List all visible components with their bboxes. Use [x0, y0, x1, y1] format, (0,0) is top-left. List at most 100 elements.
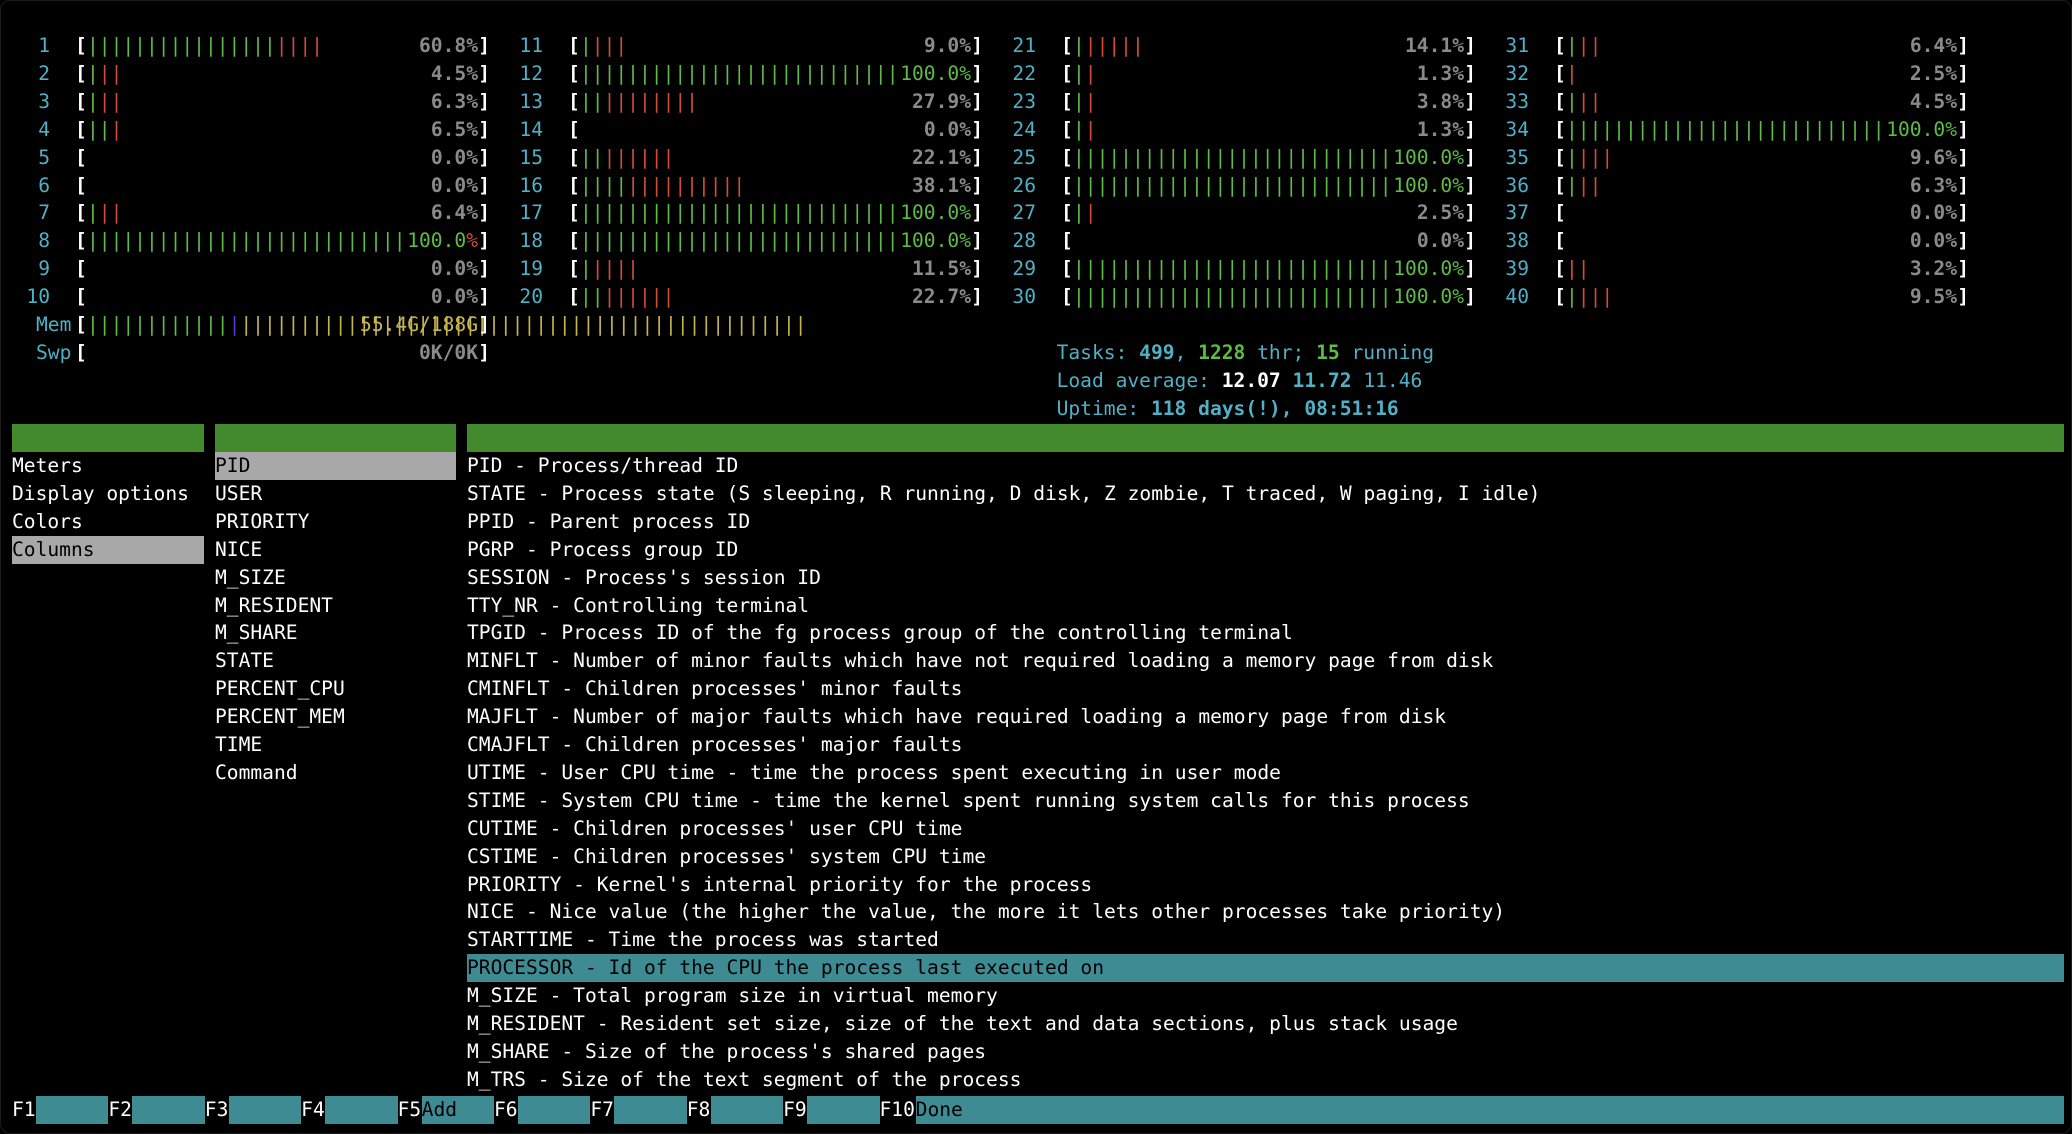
tasks-meter: Tasks: 499, 1228 thr; 15 running — [1033, 311, 1435, 364]
cpu-bar-right-bracket: ] — [478, 117, 490, 141]
cpu-meter: 4[||| 6.5%] — [12, 116, 490, 144]
function-key-f6[interactable]: F6 — [494, 1096, 518, 1124]
function-key-f3[interactable]: F3 — [205, 1096, 229, 1124]
function-key-f1[interactable]: F1 — [12, 1096, 36, 1124]
available-column-item[interactable]: MAJFLT - Number of major faults which ha… — [467, 703, 2064, 731]
memory-label: Mem — [36, 313, 72, 336]
cpu-meter: 11[|||| 9.0%] — [505, 32, 983, 60]
function-key-f2-label[interactable] — [132, 1096, 205, 1124]
active-column-item[interactable]: M_SHARE — [215, 619, 456, 647]
available-column-item[interactable]: NICE - Nice value (the higher the value,… — [467, 898, 2064, 926]
available-column-item[interactable]: PID - Process/thread ID — [467, 452, 2064, 480]
setup-item-display-options[interactable]: Display options — [12, 480, 204, 508]
cpu-user-bars: | — [1566, 34, 1578, 57]
active-column-item[interactable]: PERCENT_MEM — [215, 703, 456, 731]
function-key-f1-label[interactable] — [36, 1096, 109, 1124]
function-key-bar: F1 F2 F3 F4 F5 Add F6 F7 F8 F9 F10 Done — [12, 1096, 2064, 1124]
available-column-item[interactable]: M_SHARE - Size of the process's shared p… — [467, 1038, 2064, 1066]
available-column-item[interactable]: CMAJFLT - Children processes' major faul… — [467, 731, 2064, 759]
function-key-f5[interactable]: F5 — [398, 1096, 422, 1124]
active-column-item[interactable]: STATE — [215, 647, 456, 675]
available-column-item[interactable]: SESSION - Process's session ID — [467, 564, 2064, 592]
cpu-system-bars: |||||||| — [603, 89, 698, 113]
cpu-number: 28 — [1012, 229, 1036, 253]
cpu-number: 30 — [1012, 285, 1036, 309]
function-key-f8-label[interactable] — [710, 1096, 784, 1124]
cpu-system-bars: |||||| — [603, 285, 675, 309]
cpu-system-bars: |||||| — [603, 145, 675, 169]
cpu-meter: 8 [||||||||||||||||||||||||||| 100.0%] — [12, 227, 490, 255]
cpu-number: 24 — [1012, 117, 1036, 141]
active-column-item[interactable]: USER — [215, 480, 456, 508]
cpu-bar-left-bracket: [ — [1061, 117, 1073, 141]
available-column-item[interactable]: UTIME - User CPU time - time the process… — [467, 759, 2064, 787]
available-column-item[interactable]: MINFLT - Number of minor faults which ha… — [467, 647, 2064, 675]
available-column-item[interactable]: CMINFLT - Children processes' minor faul… — [467, 675, 2064, 703]
available-column-item[interactable]: CUTIME - Children processes' user CPU ti… — [467, 815, 2064, 843]
cpu-bar-left-bracket: [ — [75, 257, 87, 281]
cpu-usage-bar: ||||||||||||||||||||||||||| — [580, 60, 899, 88]
function-key-f4[interactable]: F4 — [301, 1096, 325, 1124]
available-column-item[interactable]: TPGID - Process ID of the fg process gro… — [467, 619, 2064, 647]
function-key-f4-label[interactable] — [325, 1096, 398, 1124]
cpu-bar-right-bracket: ] — [1464, 257, 1476, 281]
available-column-item[interactable]: PRIORITY - Kernel's internal priority fo… — [467, 871, 2064, 899]
function-key-f5-label[interactable]: Add — [421, 1096, 494, 1124]
cpu-bar-right-bracket: ] — [1464, 61, 1476, 85]
available-column-item[interactable]: PROCESSOR - Id of the CPU the process la… — [467, 954, 2064, 983]
available-column-item[interactable]: M_RESIDENT - Resident set size, size of … — [467, 1010, 2064, 1038]
setup-item-meters[interactable]: Meters — [12, 452, 204, 480]
cpu-meter: 38[0.0%] — [1491, 227, 1969, 255]
function-key-f10[interactable]: F10 — [880, 1096, 916, 1124]
swap-left-bracket: [ — [75, 341, 87, 364]
function-key-f9[interactable]: F9 — [783, 1096, 807, 1124]
cpu-bar-right-bracket: ] — [1464, 229, 1476, 253]
available-column-item[interactable]: STATE - Process state (S sleeping, R run… — [467, 480, 2064, 508]
cpu-bar-left-bracket: [ — [1554, 61, 1566, 85]
cpu-usage-bar: ||||||||||||||||||||||||||| — [1073, 144, 1392, 172]
active-column-item[interactable]: TIME — [215, 731, 456, 759]
function-key-f7[interactable]: F7 — [590, 1096, 614, 1124]
function-key-f7-label[interactable] — [614, 1096, 687, 1124]
cpu-bar-left-bracket: [ — [1554, 89, 1566, 113]
available-column-item[interactable]: M_SIZE - Total program size in virtual m… — [467, 982, 2064, 1010]
cpu-system-bars: |||||||||| — [627, 173, 746, 197]
available-column-item[interactable]: STARTTIME - Time the process was started — [467, 926, 2064, 954]
active-column-item[interactable]: PERCENT_CPU — [215, 675, 456, 703]
setup-item-colors[interactable]: Colors — [12, 508, 204, 536]
cpu-user-bars: ||||||||||||||||||||||||||| — [580, 229, 899, 253]
available-column-item[interactable]: PGRP - Process group ID — [467, 536, 2064, 564]
cpu-meter: 18[||||||||||||||||||||||||||| 100.0%] — [505, 227, 983, 255]
active-column-item[interactable]: Command — [215, 759, 456, 787]
function-key-f8[interactable]: F8 — [687, 1096, 711, 1124]
available-column-item[interactable]: TTY_NR - Controlling terminal — [467, 592, 2064, 620]
cpu-user-bars: ||||||||||||||||||||||||||| — [1073, 257, 1392, 281]
setup-item-columns[interactable]: Columns — [12, 535, 204, 564]
active-column-item[interactable]: PID — [215, 452, 456, 480]
function-key-f6-label[interactable] — [518, 1096, 591, 1124]
cpu-user-bars: |||| — [580, 173, 628, 197]
available-column-item[interactable]: M_TRS - Size of the text segment of the … — [467, 1066, 2064, 1094]
function-key-f9-label[interactable] — [807, 1096, 880, 1124]
active-column-item[interactable]: M_SIZE — [215, 564, 456, 592]
function-key-f3-label[interactable] — [228, 1096, 302, 1124]
active-column-item[interactable]: PRIORITY — [215, 508, 456, 536]
available-column-item[interactable]: PPID - Parent process ID — [467, 508, 2064, 536]
function-key-f2[interactable]: F2 — [108, 1096, 132, 1124]
cpu-number: 26 — [1012, 173, 1036, 197]
cpu-system-bars: | — [1566, 61, 1578, 85]
cpu-bar-left-bracket: [ — [568, 201, 580, 225]
cpu-usage-bar: ||| — [87, 88, 122, 116]
memory-meter: Mem [ ||||||||||||||||||||||||||||||||||… — [12, 311, 807, 339]
cpu-number: 3 — [38, 89, 50, 113]
active-column-item[interactable]: NICE — [215, 536, 456, 564]
cpu-number: 6 — [38, 173, 50, 197]
available-column-item[interactable]: CSTIME - Children processes' system CPU … — [467, 843, 2064, 871]
function-key-f10-label[interactable]: Done — [915, 1096, 2064, 1124]
cpu-bar-right-bracket: ] — [1464, 117, 1476, 141]
cpu-bar-left-bracket: [ — [568, 173, 580, 197]
cpu-bar-right-bracket: ] — [478, 229, 490, 253]
active-column-item[interactable]: M_RESIDENT — [215, 592, 456, 620]
available-column-item[interactable]: STIME - System CPU time - time the kerne… — [467, 787, 2064, 815]
cpu-usage-bar: || — [1073, 60, 1097, 88]
